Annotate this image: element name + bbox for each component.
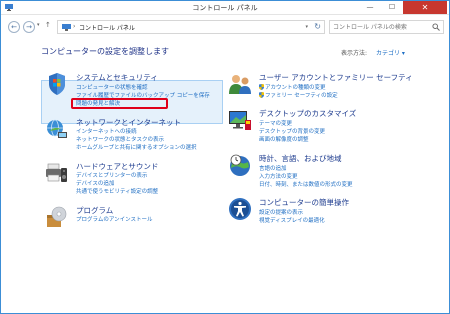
link-settings-suggestions[interactable]: 設定の提案の表示 [259,208,303,216]
uac-shield-icon [259,84,264,90]
category-title[interactable]: ユーザー アカウントとファミリー セーフティ [259,72,413,83]
category-title[interactable]: コンピューターの簡単操作 [259,197,349,208]
ease-of-access-icon [229,198,251,220]
link-add-language[interactable]: 言語の追加 [259,164,287,172]
search-box[interactable] [329,20,444,34]
printer-speaker-icon [46,163,67,182]
view-by-dropdown[interactable]: カテゴリ ▾ [376,48,405,57]
link-homegroup-sharing[interactable]: ホームグループと共有に関するオプションの選択 [76,143,197,151]
highlight-annotation [71,98,168,109]
link-change-background[interactable]: デスクトップの背景の変更 [259,127,325,135]
back-button[interactable]: ← [8,21,20,33]
address-dropdown[interactable]: ▾ [305,24,308,30]
users-icon [229,75,251,94]
link-add-device[interactable]: デバイスの追加 [76,179,114,187]
breadcrumb-separator[interactable]: › [73,23,75,30]
close-button[interactable]: ✕ [403,1,447,14]
link-date-time-number-format[interactable]: 日付、時刻、または数値の形式の変更 [259,180,353,188]
link-devices-printers[interactable]: デバイスとプリンターの表示 [76,171,147,179]
shield-flag-icon [49,73,65,95]
address-field[interactable]: › コントロール パネル › ▾ ↻ [57,20,325,34]
link-family-safety[interactable]: ファミリー セーフティの設定 [259,91,338,99]
link-change-input-method[interactable]: 入力方法の変更 [259,172,298,180]
link-optimize-display[interactable]: 視覚ディスプレイの最適化 [259,216,325,224]
category-title[interactable]: 時計、言語、および地域 [259,153,342,164]
link-check-status[interactable]: コンピューターの状態を確認 [76,83,148,91]
forward-button[interactable]: → [23,21,35,33]
view-by-label: 表示方法: [341,50,368,57]
control-panel-icon [62,24,71,31]
breadcrumb-separator[interactable]: › [126,23,128,30]
recent-locations-dropdown[interactable]: ▾ [37,22,40,28]
refresh-icon[interactable]: ↻ [314,22,321,31]
address-bar: ← → ▾ ↑ › コントロール パネル › ▾ ↻ [1,16,449,38]
link-change-theme[interactable]: テーマの変更 [259,119,292,127]
search-icon[interactable] [432,23,440,31]
category-title[interactable]: デスクトップのカスタマイズ [259,108,356,119]
desktop-monitor-icon [229,111,251,130]
category-title[interactable]: システムとセキュリティ [76,72,158,83]
page-title: コンピューターの設定を調整します [41,47,169,56]
link-connect-internet[interactable]: インターネットへの接続 [76,127,137,135]
network-globe-icon [47,119,67,138]
title-bar: コントロール パネル — ☐ ✕ [1,1,449,15]
minimize-button[interactable]: — [359,1,381,14]
uac-shield-icon [259,92,264,98]
link-screen-resolution[interactable]: 画面の解像度の調整 [259,135,309,143]
maximize-button[interactable]: ☐ [381,1,403,14]
search-input[interactable] [333,22,431,33]
link-uninstall-program[interactable]: プログラムのアンインストール [76,215,153,223]
link-label[interactable]: ファミリー セーフティの設定 [265,93,338,99]
link-network-status-tasks[interactable]: ネットワークの状態とタスクの表示 [76,135,164,143]
link-change-account-type[interactable]: アカウントの種類の変更 [259,83,326,91]
up-button[interactable]: ↑ [45,21,51,29]
programs-disc-icon [47,206,67,227]
control-panel-window: コントロール パネル — ☐ ✕ ← → ▾ ↑ › コントロール パネル › … [0,0,450,314]
clock-globe-icon [230,154,250,176]
link-mobility-settings[interactable]: 共通で使うモビリティ設定の調整 [76,187,158,195]
